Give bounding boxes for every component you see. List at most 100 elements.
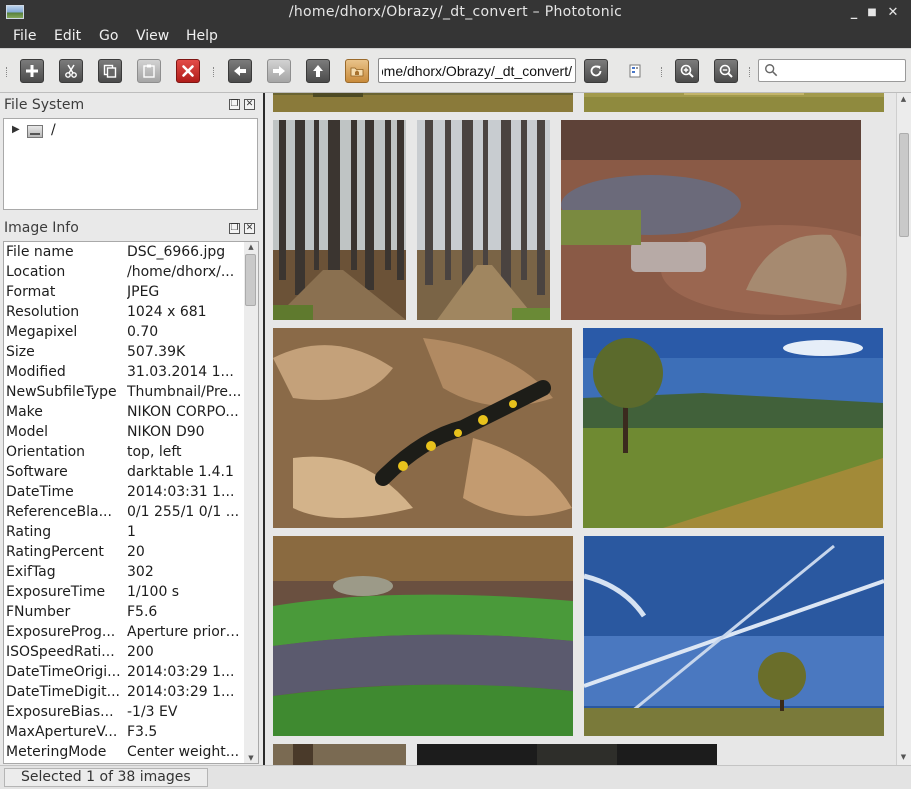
close-icon[interactable]: ✕	[244, 99, 255, 110]
thumbnail-partial-top-right[interactable]	[584, 93, 884, 112]
info-row[interactable]: Location/home/dhorx/...	[4, 262, 244, 282]
thumbnail-partial-bottom-left[interactable]	[273, 744, 406, 765]
scroll-up-icon[interactable]: ▲	[897, 95, 910, 105]
add-button[interactable]	[20, 59, 44, 83]
menu-edit[interactable]: Edit	[54, 28, 81, 44]
back-button[interactable]	[228, 59, 252, 83]
info-row[interactable]: DateTime 2014:03:31 1...	[4, 482, 244, 502]
menu-help[interactable]: Help	[186, 28, 218, 44]
scroll-down-icon[interactable]: ▼	[897, 753, 910, 763]
thumbnail-meadow-tree[interactable]	[583, 328, 883, 528]
float-icon[interactable]: ❐	[229, 223, 240, 234]
info-row[interactable]: Resolution 1024 x 681	[4, 302, 244, 322]
info-key: FNumber	[6, 604, 71, 620]
thumbnail-blue-sky-tree[interactable]	[584, 536, 884, 736]
info-value: 0.70	[127, 324, 159, 340]
image-info-scrollbar[interactable]: ▲ ▼	[244, 242, 258, 763]
info-row[interactable]: File name DSC_6966.jpg	[4, 242, 244, 262]
info-row[interactable]: ExposureTime 1/100 s	[4, 582, 244, 602]
search-input[interactable]	[758, 59, 906, 82]
toolbar-grip[interactable]	[6, 67, 9, 77]
cut-button[interactable]	[59, 59, 83, 83]
image-info-title: Image Info	[4, 220, 79, 236]
thumbnail-scrollbar[interactable]: ▲ ▼	[896, 93, 911, 765]
info-row[interactable]: MeteringMode Center weight...	[4, 742, 244, 762]
info-row[interactable]: Size 507.39K	[4, 342, 244, 362]
info-row[interactable]: DateTimeDigit... 2014:03:29 1...	[4, 682, 244, 702]
close-icon[interactable]: ✕	[244, 223, 255, 234]
info-row[interactable]: NewSubfileType Thumbnail/Pre...	[4, 382, 244, 402]
info-key: Format	[6, 284, 56, 300]
info-key: RatingPercent	[6, 544, 104, 560]
info-row[interactable]: FNumber F5.6	[4, 602, 244, 622]
info-row[interactable]: Model NIKON D90	[4, 422, 244, 442]
info-value: Center weight...	[127, 744, 240, 760]
info-row[interactable]: ExposureBias... -1/3 EV	[4, 702, 244, 722]
info-row[interactable]: MaxApertureV... F3.5	[4, 722, 244, 742]
paste-icon	[143, 64, 155, 78]
refresh-button[interactable]	[584, 59, 608, 83]
thumbnail-view-button[interactable]	[623, 59, 647, 83]
float-icon[interactable]: ❐	[229, 99, 240, 110]
info-row[interactable]: ReferenceBla... 0/1 255/1 0/1 ...	[4, 502, 244, 522]
toolbar-grip[interactable]	[213, 67, 216, 77]
info-row[interactable]: Modified 31.03.2014 1...	[4, 362, 244, 382]
menu-file[interactable]: File	[13, 28, 36, 44]
home-folder-button[interactable]	[345, 59, 369, 83]
info-row[interactable]: Software darktable 1.4.1	[4, 462, 244, 482]
info-value: -1/3 EV	[127, 704, 178, 720]
thumbnail-forest-stream[interactable]	[561, 120, 861, 320]
thumbnail-partial-top-left[interactable]	[273, 93, 573, 112]
info-value: NIKON CORPO...	[127, 404, 239, 420]
add-icon	[26, 65, 38, 77]
info-key: Rating	[6, 524, 52, 540]
copy-button[interactable]	[98, 59, 122, 83]
scrollbar-thumb[interactable]	[899, 133, 909, 237]
zoom-in-button[interactable]	[675, 59, 699, 83]
expand-arrow-icon[interactable]: ▶	[12, 124, 20, 135]
thumbnail-forest-trunks-1[interactable]	[273, 120, 406, 320]
info-row[interactable]: Make NIKON CORPO...	[4, 402, 244, 422]
maximize-button[interactable]: ■	[863, 4, 881, 22]
info-row[interactable]: Rating 1	[4, 522, 244, 542]
info-row[interactable]: DateTimeOrigi... 2014:03:29 1...	[4, 662, 244, 682]
path-input[interactable]	[378, 58, 576, 83]
toolbar-grip[interactable]	[749, 67, 752, 77]
scrollbar-thumb[interactable]	[245, 254, 256, 306]
file-system-title: File System	[4, 97, 85, 113]
paste-button[interactable]	[137, 59, 161, 83]
thumbnail-partial-bottom-right[interactable]	[417, 744, 717, 765]
info-row[interactable]: Format JPEG	[4, 282, 244, 302]
info-value: F3.5	[127, 724, 158, 740]
thumbnail-view[interactable]	[265, 93, 896, 765]
tree-item-root[interactable]: /	[51, 122, 56, 138]
menu-view[interactable]: View	[136, 28, 169, 44]
info-key: Size	[6, 344, 35, 360]
delete-button[interactable]	[176, 59, 200, 83]
info-row[interactable]: RatingPercent 20	[4, 542, 244, 562]
zoom-out-button[interactable]	[714, 59, 738, 83]
thumbnail-forest-trunks-2[interactable]	[417, 120, 550, 320]
up-button[interactable]	[306, 59, 330, 83]
scroll-down-icon[interactable]: ▼	[244, 753, 258, 763]
info-row[interactable]: Orientation top, left	[4, 442, 244, 462]
file-system-tree[interactable]: ▶ /	[3, 118, 258, 210]
menu-bar: File Edit Go View Help	[0, 26, 911, 48]
forward-icon	[273, 66, 285, 76]
forward-button[interactable]	[267, 59, 291, 83]
toolbar-grip[interactable]	[661, 67, 664, 77]
thumbnail-mossy-stream[interactable]	[273, 536, 573, 736]
thumbnail-salamander-leaves[interactable]	[273, 328, 572, 528]
info-row[interactable]: Megapixel 0.70	[4, 322, 244, 342]
home-folder-icon	[350, 67, 364, 77]
minimize-button[interactable]: _	[845, 4, 863, 22]
info-row[interactable]: ExifTag 302	[4, 562, 244, 582]
close-button[interactable]: ✕	[884, 4, 902, 22]
info-key: Location	[6, 264, 66, 280]
info-row[interactable]: ExposureProg... Aperture priority	[4, 622, 244, 642]
scroll-up-icon[interactable]: ▲	[244, 242, 258, 252]
menu-go[interactable]: Go	[99, 28, 118, 44]
info-row[interactable]: ISOSpeedRati... 200	[4, 642, 244, 662]
info-value: 302	[127, 564, 154, 580]
info-value: top, left	[127, 444, 182, 460]
